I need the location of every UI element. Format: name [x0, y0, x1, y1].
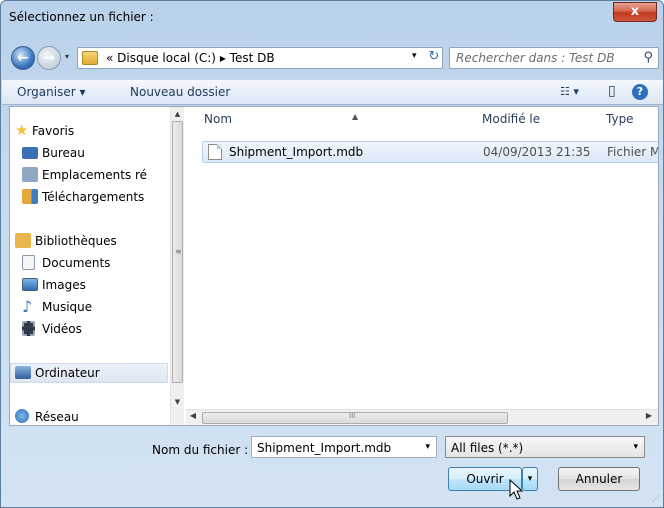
video-icon: [22, 321, 35, 336]
preview-pane-icon[interactable]: ▯: [608, 83, 616, 99]
view-options-icon[interactable]: ☷ ▾: [560, 85, 579, 98]
sidebar-item-label: Réseau: [35, 410, 79, 424]
document-icon: [22, 255, 35, 270]
sidebar-item-label: Téléchargements: [42, 190, 145, 204]
sidebar-item-favoris[interactable]: ★ Favoris: [10, 121, 170, 141]
table-row[interactable]: Shipment_Import.mdb 04/09/2013 21:35 Fic…: [202, 141, 658, 163]
back-arrow-icon: ←: [17, 50, 29, 66]
filename-field[interactable]: Shipment_Import.mdb ▾: [251, 436, 437, 458]
cancel-button[interactable]: Annuler: [558, 467, 640, 491]
sidebar-item-musique[interactable]: ♪ Musique: [10, 297, 170, 317]
address-dropdown-icon[interactable]: ▾: [412, 51, 417, 61]
search-placeholder: Rechercher dans : Test DB: [456, 51, 615, 65]
breadcrumb-separator-icon[interactable]: ▸: [220, 51, 226, 65]
organize-button[interactable]: Organiser ▾: [17, 85, 85, 99]
breadcrumb: « Disque local (C:) ▸ Test DB: [106, 51, 275, 65]
open-options-button[interactable]: ▾: [522, 467, 538, 491]
title-bar[interactable]: Sélectionnez un fichier : x: [1, 1, 663, 35]
filename-label: Nom du fichier :: [152, 443, 249, 457]
browser-pane: ★ Favoris Bureau Emplacements ré Télécha…: [9, 106, 659, 426]
sidebar-item-reseau[interactable]: Réseau: [10, 407, 170, 425]
sidebar-item-telechargements[interactable]: Téléchargements: [10, 187, 170, 207]
sidebar-item-label: Bibliothèques: [35, 234, 117, 248]
chevron-down-icon[interactable]: ▾: [633, 442, 638, 452]
scroll-right-icon[interactable]: ▶: [642, 411, 656, 420]
column-label: Nom: [204, 112, 233, 126]
sidebar-item-videos[interactable]: Vidéos: [10, 319, 170, 339]
library-icon: [15, 233, 31, 248]
resize-grip-icon[interactable]: ⋰: [652, 494, 660, 503]
column-label: Type: [606, 112, 634, 126]
forward-button[interactable]: →: [37, 46, 61, 70]
file-type: Fichier MD: [607, 145, 658, 159]
forward-arrow-icon: →: [43, 50, 55, 66]
sidebar-item-images[interactable]: Images: [10, 275, 170, 295]
scroll-left-icon[interactable]: ◀: [186, 411, 200, 420]
file-icon: [208, 144, 222, 160]
file-list-scrollbar[interactable]: ◀ III ▶: [186, 409, 658, 425]
grip-icon: ≡: [175, 247, 182, 256]
downloads-icon: [22, 189, 38, 204]
network-icon: [15, 409, 29, 423]
sidebar-item-documents[interactable]: Documents: [10, 253, 170, 273]
breadcrumb-overflow[interactable]: «: [106, 51, 113, 65]
sidebar-item-label: Images: [42, 278, 86, 292]
navigation-pane-scrollbar[interactable]: ▲ ≡ ▼: [170, 107, 184, 425]
grip-icon: III: [349, 412, 356, 420]
search-input[interactable]: Rechercher dans : Test DB ⚲: [449, 47, 659, 69]
sidebar-item-label: Favoris: [32, 124, 75, 138]
recent-pages-dropdown[interactable]: ▾: [65, 52, 69, 61]
scrollbar-thumb[interactable]: ≡: [172, 121, 183, 383]
sort-ascending-icon: ▲: [352, 112, 359, 121]
music-icon: ♪: [22, 297, 33, 316]
search-icon[interactable]: ⚲: [643, 50, 653, 65]
new-folder-button[interactable]: Nouveau dossier: [130, 85, 230, 99]
computer-icon: [15, 366, 31, 379]
star-icon: ★: [15, 121, 29, 139]
navigation-pane: ★ Favoris Bureau Emplacements ré Télécha…: [10, 107, 184, 425]
sidebar-item-emplacements-recents[interactable]: Emplacements ré: [10, 165, 170, 185]
file-modified: 04/09/2013 21:35: [483, 145, 591, 159]
sidebar-item-label: Documents: [42, 256, 111, 270]
column-label: Modifié le: [482, 112, 541, 126]
sidebar-item-label: Musique: [42, 300, 93, 314]
close-icon: x: [630, 4, 640, 19]
sidebar-item-label: Emplacements ré: [42, 168, 148, 182]
chevron-down-icon[interactable]: ▾: [425, 442, 430, 452]
help-icon[interactable]: ?: [632, 84, 648, 100]
close-button[interactable]: x: [613, 2, 657, 22]
scrollbar-thumb[interactable]: III: [202, 412, 508, 424]
breadcrumb-local-disk[interactable]: Disque local (C:): [117, 51, 216, 65]
scroll-down-icon[interactable]: ▼: [171, 395, 184, 409]
file-open-dialog: Sélectionnez un fichier : x ← → ▾ « Disq…: [0, 0, 664, 508]
breadcrumb-test-db[interactable]: Test DB: [230, 51, 275, 65]
sidebar-item-label: Vidéos: [42, 322, 82, 336]
sidebar-item-ordinateur[interactable]: Ordinateur: [10, 363, 168, 383]
navigation-bar: ← → ▾ « Disque local (C:) ▸ Test DB ▾ ↻ …: [9, 43, 659, 73]
sidebar-item-label: Bureau: [42, 146, 85, 160]
recent-places-icon: [22, 167, 38, 182]
folder-icon: [82, 51, 98, 65]
address-bar[interactable]: « Disque local (C:) ▸ Test DB ▾ ↻: [77, 47, 443, 69]
file-type-value: All files (*.*): [451, 441, 524, 455]
sidebar-item-bibliotheques[interactable]: Bibliothèques: [10, 231, 170, 251]
desktop-icon: [22, 147, 38, 159]
back-button[interactable]: ←: [11, 46, 35, 70]
file-list: Nom ▲ Modifié le Type Shipment_Import.md…: [186, 107, 658, 425]
file-name: Shipment_Import.mdb: [229, 145, 364, 159]
file-type-select[interactable]: All files (*.*) ▾: [445, 436, 645, 458]
scroll-up-icon[interactable]: ▲: [171, 107, 184, 121]
filename-value: Shipment_Import.mdb: [257, 441, 392, 455]
dialog-title: Sélectionnez un fichier :: [9, 10, 154, 24]
sidebar-item-bureau[interactable]: Bureau: [10, 143, 170, 163]
image-icon: [22, 278, 38, 291]
refresh-icon[interactable]: ↻: [426, 49, 442, 64]
sidebar-item-label: Ordinateur: [35, 366, 100, 380]
mouse-cursor-icon: [509, 479, 523, 500]
command-toolbar: Organiser ▾ Nouveau dossier ☷ ▾ ▯ ?: [2, 79, 663, 105]
